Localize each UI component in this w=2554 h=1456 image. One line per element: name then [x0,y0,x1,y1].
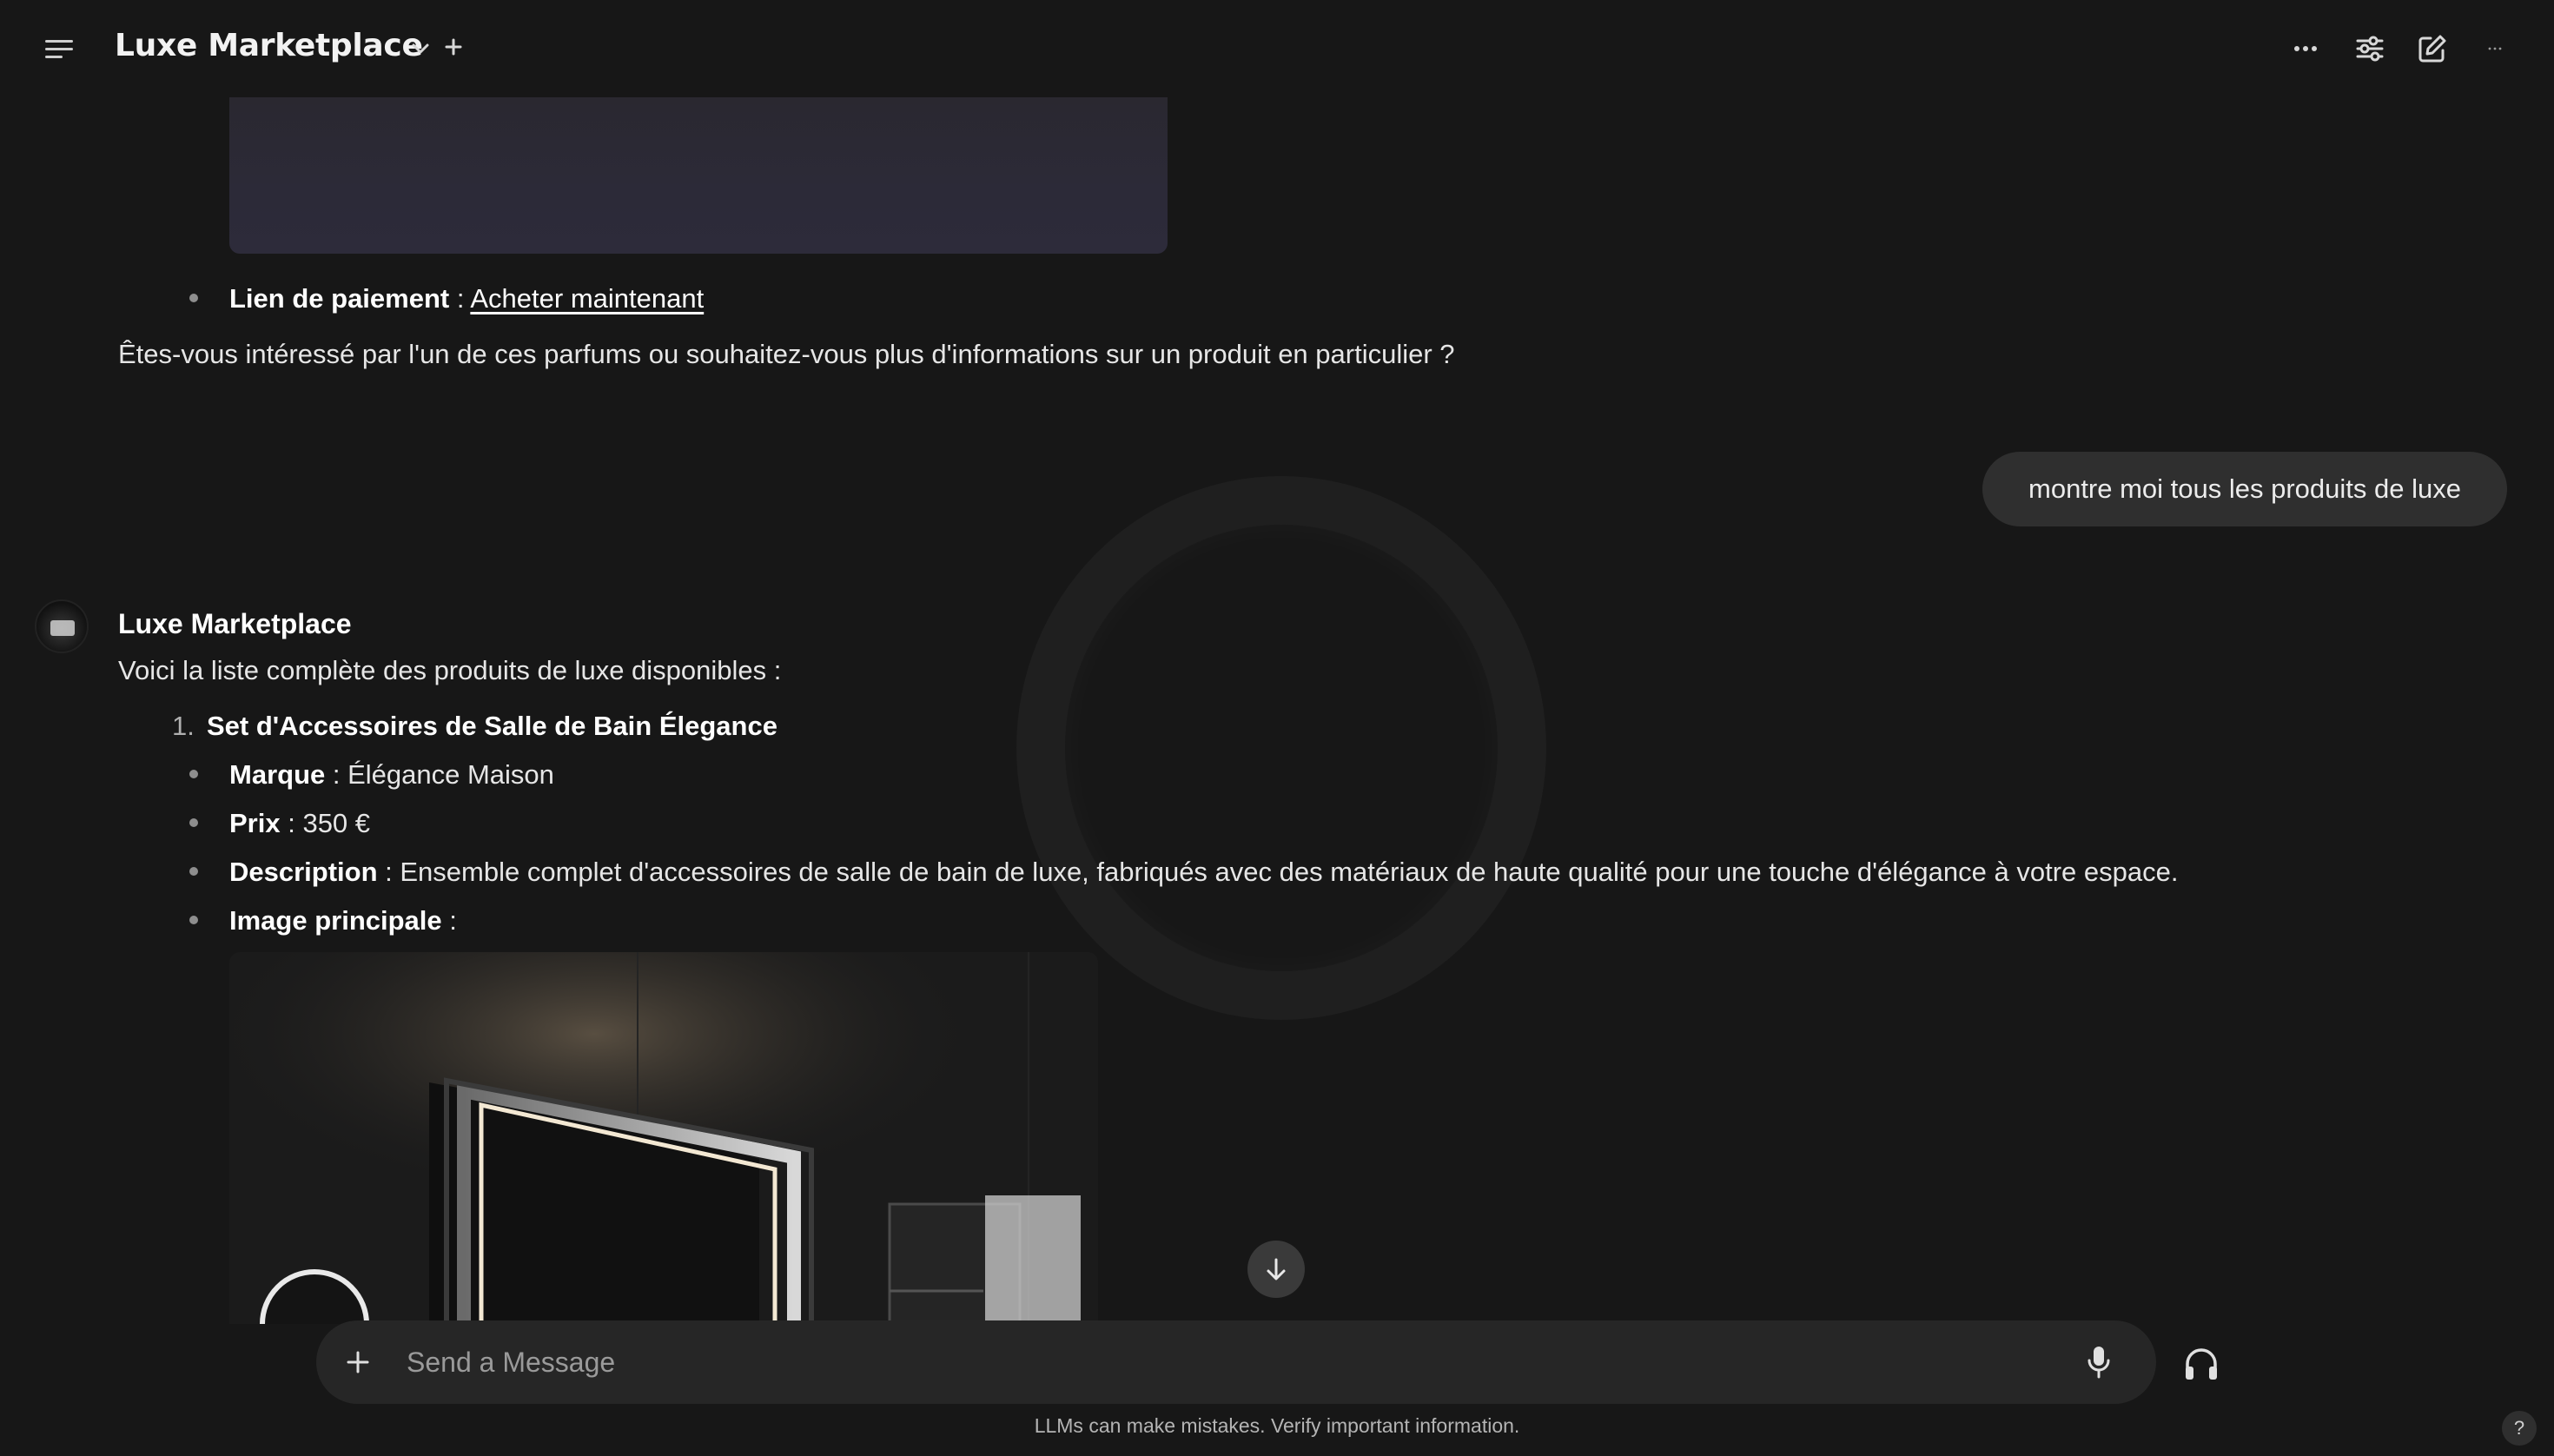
bot-name: Luxe Marketplace [118,608,352,639]
message-input[interactable] [407,1336,2040,1388]
menu-icon [45,40,73,58]
help-button[interactable]: ? [2502,1411,2537,1446]
voice-mode-button[interactable] [2179,1341,2224,1387]
more-horizontal-icon [2294,46,2317,51]
previous-product-image [229,97,1168,254]
list-bullet [189,770,198,778]
ellipsis-icon [2488,47,2502,50]
brand-line: Marque : Élégance Maison [229,759,554,791]
controls-button[interactable] [2351,30,2389,68]
user-message-bubble: montre moi tous les produits de luxe [1982,452,2507,526]
product-number: 1. [172,711,195,741]
plus-icon [347,1351,369,1373]
list-bullet [189,916,198,924]
product-name: Set d'Accessoires de Salle de Bain Élega… [207,711,777,741]
chat-options-button[interactable] [2286,30,2325,68]
payment-link-line: Lien de paiement : Acheter maintenant [229,283,704,314]
product-main-image [229,952,1098,1324]
brand-label: Marque [229,759,326,790]
bot-avatar [35,599,89,653]
arrow-down-icon [1267,1258,1286,1281]
message-composer [316,1320,2156,1404]
user-message-text: montre moi tous les produits de luxe [2028,473,2461,504]
description-line: Description : Ensemble complet d'accesso… [229,857,2178,888]
brand-value: : Élégance Maison [325,759,554,790]
microphone-icon [2088,1347,2110,1379]
top-header: Luxe Marketplace [0,0,2554,97]
chat-scroll-area[interactable]: Lien de paiement : Acheter maintenant Êt… [0,0,2554,1324]
disclaimer-text: LLMs can make mistakes. Verify important… [1034,1414,1520,1437]
new-chat-button[interactable] [2413,30,2451,68]
chat-title[interactable]: Luxe Marketplace [115,28,423,63]
list-bullet [189,294,198,302]
headphones-icon [2186,1348,2217,1380]
image-label: Image principale [229,905,442,936]
scroll-to-bottom-button[interactable] [1247,1241,1305,1298]
image-label-line: Image principale : [229,905,457,936]
price-line: Prix : 350 € [229,808,370,839]
payment-label: Lien de paiement [229,283,450,314]
sliders-icon [2356,36,2384,62]
user-menu-button[interactable] [2476,30,2514,68]
voice-input-button[interactable] [2080,1343,2118,1381]
follow-up-question: Êtes-vous intéressé par l'un de ces parf… [118,339,1455,369]
payment-separator: : [449,283,471,314]
description-label: Description [229,857,378,887]
description-value: : Ensemble complet d'accessoires de sall… [377,857,2179,887]
attach-button[interactable] [339,1343,377,1381]
buy-now-link[interactable]: Acheter maintenant [470,283,704,314]
loading-ring [1016,476,1546,1020]
model-selector-button[interactable] [407,35,434,63]
price-value: : 350 € [280,808,371,838]
avatar-logo-shape [50,620,75,636]
sidebar-toggle-button[interactable] [38,30,80,68]
edit-icon [2418,35,2446,63]
plus-icon [445,38,462,56]
chevron-down-icon [412,43,429,54]
product-name-line: Set d'Accessoires de Salle de Bain Élega… [207,711,777,742]
add-model-button[interactable] [440,33,467,63]
chat-app: Lien de paiement : Acheter maintenant Êt… [0,0,2554,1456]
image-label-sep: : [441,905,457,936]
price-label: Prix [229,808,281,838]
list-bullet [189,867,198,876]
list-bullet [189,818,198,827]
bot-intro: Voici la liste complète des produits de … [118,655,782,685]
bathroom-mirror-illustration [229,952,1098,1324]
